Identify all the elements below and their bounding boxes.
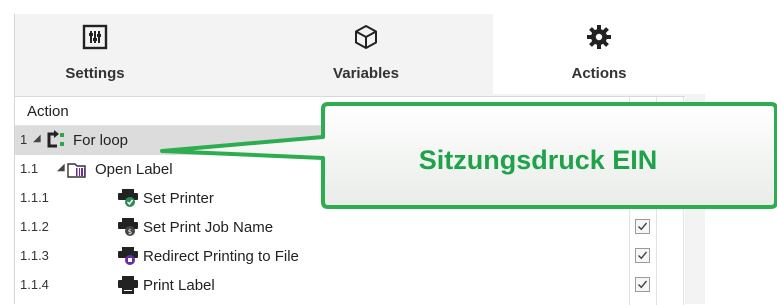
action-label: Redirect Printing to File [143, 248, 299, 265]
tab-actions[interactable]: Actions [493, 14, 705, 94]
action-label: Set Print Job Name [143, 219, 274, 236]
table-row-set-print-job-name[interactable]: 1.1.2 $ Set Print Job Name [15, 213, 685, 242]
tab-settings-label: Settings [65, 65, 125, 82]
svg-text:$: $ [128, 228, 132, 236]
action-column-header[interactable]: Action [27, 103, 69, 120]
print-label-icon [118, 276, 138, 294]
gear-icon [587, 25, 611, 49]
table-row-set-printer[interactable]: 1.1.1 Set Printer [15, 184, 685, 213]
enabled-checkbox[interactable] [635, 277, 650, 292]
tab-settings[interactable]: Settings [15, 14, 175, 94]
tab-actions-label: Actions [571, 65, 627, 82]
row-number: 1.1.4 [20, 277, 49, 292]
settings-sliders-icon [82, 24, 108, 50]
redirect-printing-icon [118, 247, 138, 265]
print-job-name-icon: $ [118, 218, 138, 236]
enabled-checkbox[interactable] [635, 191, 650, 206]
tab-variables[interactable]: Variables [273, 14, 459, 94]
table-row-print-label[interactable]: 1.1.4 Print Label [15, 271, 685, 300]
enabled-checkbox[interactable] [635, 248, 650, 263]
row-number: 1.1.3 [20, 248, 49, 263]
row-number: 1 [20, 132, 28, 147]
callout-text: Sitzungsdruck EIN [418, 145, 658, 175]
set-printer-icon [118, 189, 138, 207]
actions-table: Action 1 ◢ For loop 1.1 ◢ Open Label 1.1… [15, 96, 685, 305]
loop-icon [47, 130, 64, 148]
row-number: 1.1.2 [20, 219, 49, 234]
action-label: Print Label [143, 277, 215, 294]
table-header: Action [15, 97, 685, 126]
table-row-redirect-printing[interactable]: 1.1.3 Redirect Printing to File [15, 242, 685, 271]
enabled-checkbox[interactable] [635, 219, 650, 234]
action-label: Open Label [95, 161, 173, 178]
tab-variables-label: Variables [333, 65, 399, 82]
expand-caret-icon[interactable]: ◢ [57, 162, 65, 173]
open-label-icon [67, 163, 86, 178]
row-number: 1.1.1 [20, 190, 49, 205]
action-label: Set Printer [143, 190, 214, 207]
cube-icon [355, 25, 377, 49]
ribbon-tabs: Settings Variables Actions [15, 14, 705, 94]
action-label: For loop [73, 132, 129, 149]
row-number: 1.1 [20, 161, 39, 176]
expand-caret-icon[interactable]: ◢ [33, 133, 41, 144]
